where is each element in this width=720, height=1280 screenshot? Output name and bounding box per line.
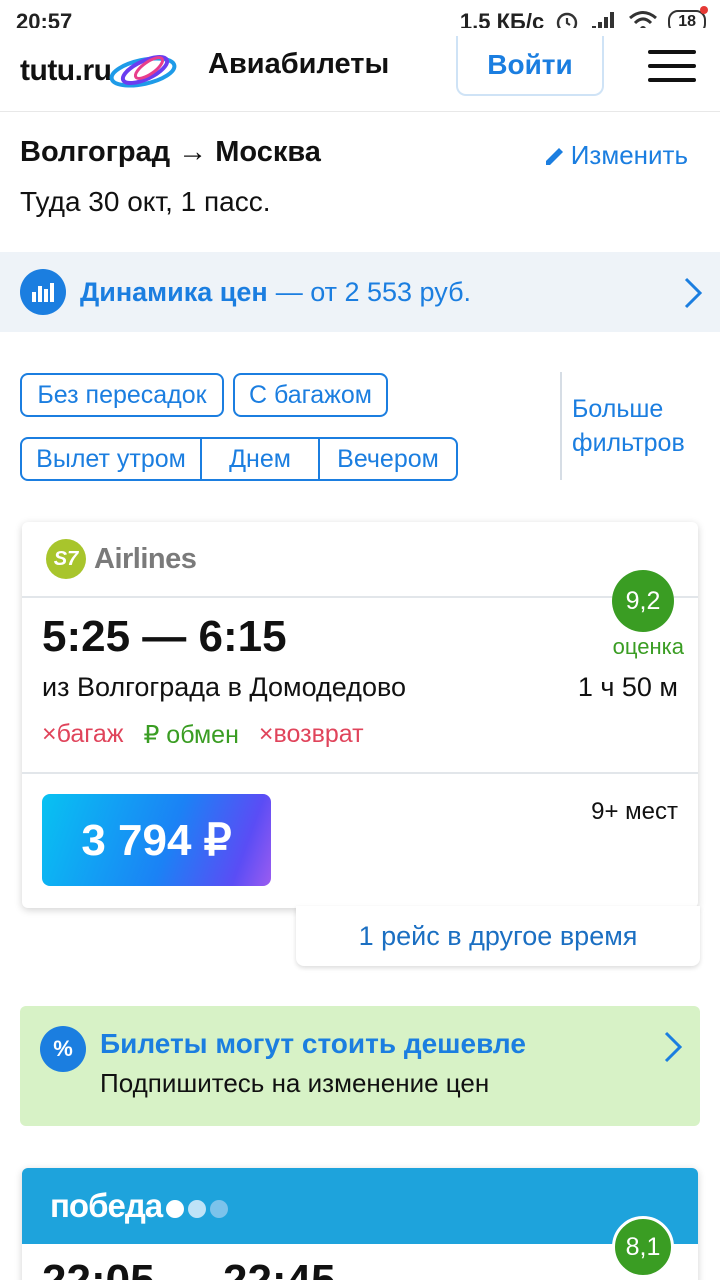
other-time-flights-link[interactable]: 1 рейс в другое время <box>296 906 700 966</box>
more-filters-button[interactable]: Больше фильтров <box>572 392 702 460</box>
flight-times: 5:25 — 6:15 <box>42 612 287 661</box>
filter-no-transfers[interactable]: Без пересадок <box>20 373 224 417</box>
route-title: Волгоград → Москва <box>20 136 321 168</box>
baggage-condition: ×багаж <box>42 720 124 748</box>
card-divider <box>22 772 698 774</box>
app-header: tutu.ru Авиабилеты Войти <box>0 28 720 112</box>
bar-chart-icon <box>20 269 66 315</box>
section-title: Авиабилеты <box>208 48 390 80</box>
login-button[interactable]: Войти <box>456 36 604 96</box>
exchange-condition: ₽ обмен <box>143 721 239 749</box>
logo-text: tutu.ru <box>20 54 112 87</box>
airline-row: победа <box>22 1168 698 1244</box>
seats-available: 9+ мест <box>591 798 678 825</box>
s7-logo-icon: S7 <box>46 539 86 579</box>
percent-icon: % <box>40 1026 86 1072</box>
price-button[interactable]: 3 794 ₽ <box>42 794 271 886</box>
flight-times: 22:05 — 22:45 <box>42 1256 336 1280</box>
pencil-icon <box>545 147 563 165</box>
airline-name: Airlines <box>94 542 197 575</box>
logo[interactable]: tutu.ru <box>20 46 183 96</box>
fare-conditions: ×багаж ₽ обмен ×возврат <box>42 720 364 750</box>
filter-morning[interactable]: Вылет утром <box>22 439 200 479</box>
trip-details: Туда 30 окт, 1 пасс. <box>20 186 271 217</box>
dynamics-min-price: — от 2 553 руб. <box>275 276 472 307</box>
filter-day[interactable]: Днем <box>200 439 318 479</box>
flight-card[interactable]: победа 8,1 22:05 — 22:45 <box>22 1168 698 1280</box>
filter-evening[interactable]: Вечером <box>318 439 456 479</box>
logo-swirl-icon <box>110 54 177 88</box>
filters-divider <box>560 372 562 480</box>
chevron-right-icon <box>664 1031 683 1063</box>
dynamics-title: Динамика цен <box>80 276 268 307</box>
departure-time-filter: Вылет утром Днем Вечером <box>20 437 458 481</box>
flight-duration: 1 ч 50 м <box>577 672 678 702</box>
flight-card[interactable]: S7 Airlines 9,2 оценка 5:25 — 6:15 из Во… <box>22 522 698 908</box>
airline-name: победа <box>50 1187 163 1224</box>
filter-with-baggage[interactable]: С багажом <box>233 373 388 417</box>
refund-condition: ×возврат <box>258 720 364 748</box>
rating-badge: 8,1 <box>612 1216 674 1278</box>
flight-airports: из Волгограда в Домодедово <box>42 672 407 702</box>
rating-badge: 9,2 <box>612 570 674 632</box>
pobeda-dots-icon <box>166 1200 229 1218</box>
promo-subtitle: Подпишитесь на изменение цен <box>100 1068 490 1098</box>
promo-title: Билеты могут стоить дешевле <box>100 1028 526 1059</box>
rating-label: оценка <box>612 634 684 659</box>
price-dynamics-banner[interactable]: Динамика цен — от 2 553 руб. <box>0 252 720 332</box>
airline-row: S7 Airlines <box>22 522 698 598</box>
menu-icon[interactable] <box>648 50 696 82</box>
edit-label: Изменить <box>570 140 688 170</box>
edit-search-button[interactable]: Изменить <box>543 140 688 171</box>
chevron-right-icon <box>684 277 703 309</box>
price-alert-banner[interactable]: % Билеты могут стоить дешевле Подпишитес… <box>20 1006 700 1126</box>
